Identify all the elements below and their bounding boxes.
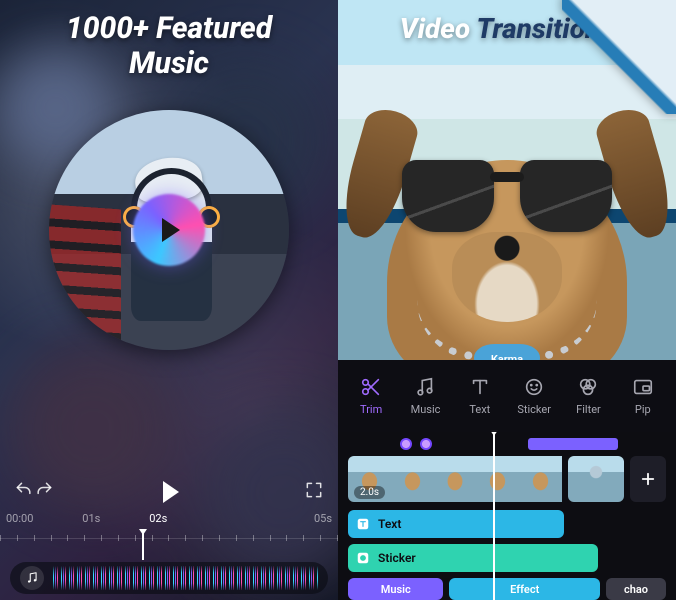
music-track-pill[interactable]: Music (348, 578, 443, 600)
time-label: 01s (82, 512, 100, 525)
filter-icon (577, 376, 599, 398)
tool-filter[interactable]: Filter (561, 376, 615, 416)
fullscreen-icon (304, 480, 324, 500)
tool-music[interactable]: Music (398, 376, 452, 416)
tool-label: Filter (576, 403, 601, 416)
headline-line2: Music (0, 47, 338, 82)
clip-frame (434, 456, 477, 502)
music-note-icon (25, 571, 39, 585)
mini-region[interactable] (528, 438, 618, 450)
audio-track-icon-wrap (20, 566, 44, 590)
fullscreen-button[interactable] (304, 480, 324, 504)
clip-frame (391, 456, 434, 502)
time-labels: 00:00 01s 02s 05s (6, 512, 332, 525)
time-label: 00:00 (6, 512, 33, 525)
clip-frame (476, 456, 519, 502)
plus-icon (639, 470, 657, 488)
left-headline: 1000+ Featured Music (0, 12, 338, 81)
sticker-badge-icon (356, 551, 370, 565)
tool-trim[interactable]: Trim (344, 376, 398, 416)
mini-playhead[interactable] (493, 434, 495, 600)
mini-thumb[interactable] (400, 438, 412, 450)
main-play-button[interactable] (159, 481, 179, 503)
transitions-feature-panel: Video Transitions Karma Trim Music (338, 0, 676, 600)
tool-sticker[interactable]: Sticker (507, 376, 561, 416)
sunglasses-icon (402, 160, 612, 236)
tool-pip[interactable]: Pip (616, 376, 670, 416)
redo-button[interactable] (34, 480, 54, 504)
sticker-icon (523, 376, 545, 398)
extra-track-label: chao (624, 583, 648, 596)
redo-icon (34, 480, 54, 500)
play-overlay-button[interactable] (137, 198, 201, 262)
tool-label: Pip (635, 403, 651, 416)
music-icon (414, 376, 436, 398)
text-overlay-track[interactable]: Text (348, 510, 564, 538)
undo-icon (14, 480, 34, 500)
clip-frame (568, 456, 624, 502)
bottom-tracks: Music Effect chao (348, 578, 666, 600)
sticker-overlay-track[interactable]: Sticker (348, 544, 598, 572)
timeline-ticks (0, 535, 338, 541)
effect-track-label: Effect (510, 583, 539, 596)
mini-timeline[interactable] (348, 436, 666, 450)
sticker-overlay-label: Sticker (378, 551, 416, 565)
tool-text[interactable]: Text (453, 376, 507, 416)
clip-duration: 2.0s (354, 486, 385, 499)
time-label: 02s (149, 512, 167, 525)
headline-word1: Video (400, 12, 470, 45)
video-clip-secondary[interactable] (568, 456, 624, 502)
mini-thumb[interactable] (420, 438, 432, 450)
add-clip-button[interactable] (630, 456, 666, 502)
featured-music-thumbnail[interactable] (49, 110, 289, 350)
tool-label: Music (411, 403, 441, 416)
text-badge-icon (356, 517, 370, 531)
scissors-icon (360, 376, 382, 398)
video-clip-main[interactable]: 2.0s (348, 456, 562, 502)
play-icon (162, 218, 180, 242)
tool-label: Text (469, 403, 490, 416)
tool-label: Sticker (517, 403, 551, 416)
undo-button[interactable] (14, 480, 34, 504)
effect-track-pill[interactable]: Effect (449, 578, 600, 600)
text-icon (469, 376, 491, 398)
time-label: 05s (314, 512, 332, 525)
tool-label: Trim (360, 403, 382, 416)
audio-waveform (52, 566, 318, 590)
play-icon (163, 481, 179, 503)
edit-toolbar: Trim Music Text Sticker Filter Pip (338, 360, 676, 432)
music-feature-panel: 1000+ Featured Music (0, 0, 338, 600)
player-controls (14, 480, 324, 504)
music-track-label: Music (381, 583, 411, 596)
page-curl-effect (562, 0, 676, 114)
extra-track-pill[interactable]: chao (606, 578, 666, 600)
timeline-playhead[interactable] (142, 532, 144, 560)
timeline-tracks: 2.0s Text Sticker Music Effect (338, 432, 676, 600)
text-overlay-label: Text (378, 517, 401, 531)
audio-track[interactable] (10, 562, 328, 594)
dog-tag: Karma (474, 344, 540, 360)
headline-line1: 1000+ Featured (0, 12, 338, 47)
clip-frame (519, 456, 562, 502)
music-timeline[interactable]: 00:00 01s 02s 05s (0, 512, 338, 552)
pip-icon (632, 376, 654, 398)
preview-subject-dog: Karma (357, 76, 657, 356)
